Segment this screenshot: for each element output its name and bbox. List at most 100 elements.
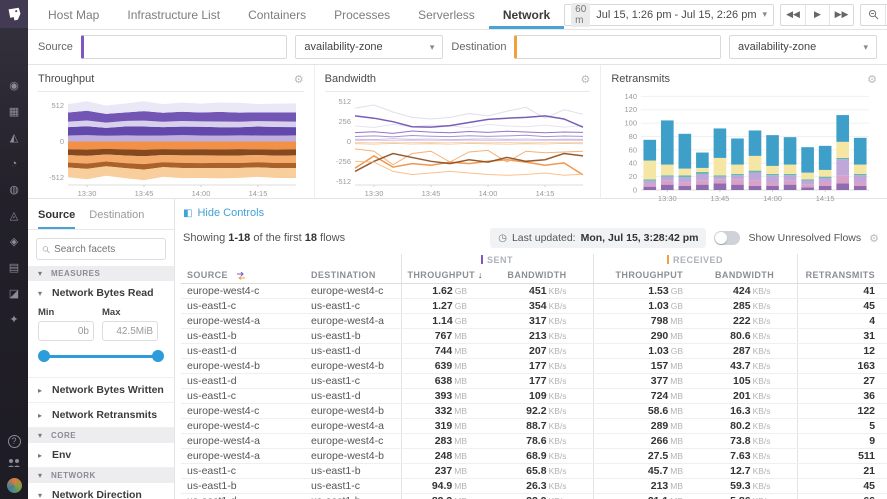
bytes-read-min-input[interactable]	[38, 321, 94, 341]
cell-value: 639MB	[401, 358, 493, 373]
gear-icon[interactable]: ⚙	[294, 73, 304, 86]
table-group-header: SENT RECEIVED	[181, 254, 887, 268]
cell-value: 16.3KB/s	[709, 403, 797, 418]
swap-direction-icon[interactable]	[236, 272, 246, 280]
throughput-chart-card: Throughput ⚙ 5120-51213:3013:4514:0014:1…	[28, 65, 314, 198]
bandwidth-chart-title: Bandwidth	[325, 73, 376, 85]
infrastructure-icon[interactable]: ◭	[10, 132, 18, 145]
retransmits-chart-plot[interactable]: 02040608010012014013:3013:4514:0014:15	[611, 87, 877, 203]
col-received-bandwidth[interactable]: BANDWIDTH	[709, 268, 797, 283]
time-range-badge: 60 m	[571, 3, 590, 27]
source-filter-input[interactable]	[81, 35, 288, 59]
time-back-button[interactable]: ◀◀	[781, 5, 805, 25]
panel-icon: ◧	[183, 208, 192, 219]
col-sent-throughput[interactable]: THROUGHPUT ↓	[401, 268, 493, 283]
col-destination[interactable]: DESTINATION	[305, 268, 401, 283]
user-avatar[interactable]	[7, 478, 22, 493]
bytes-read-range-slider[interactable]	[40, 347, 162, 365]
gear-icon[interactable]: ⚙	[869, 232, 879, 245]
integrations-icon[interactable]: ◍	[9, 184, 19, 197]
col-source[interactable]: SOURCE	[181, 268, 305, 283]
table-row[interactable]: europe-west4-aeurope-west4-b248MB68.9KB/…	[181, 448, 887, 463]
network-icon[interactable]: ◈	[10, 236, 18, 249]
slider-min-handle[interactable]	[38, 350, 50, 362]
network-section-header[interactable]: ▾ NETWORK	[28, 468, 174, 483]
destination-scope-select[interactable]: availability-zone ▾	[729, 35, 877, 59]
core-section-header[interactable]: ▾ CORE	[28, 428, 174, 443]
destination-filter-input[interactable]	[514, 35, 721, 59]
tab-serverless[interactable]: Serverless	[404, 0, 489, 29]
tab-infrastructure-list[interactable]: Infrastructure List	[113, 0, 234, 29]
cell-value: 27	[797, 373, 887, 388]
table-row[interactable]: us-east1-bus-east1-c94.9MB26.3KB/s213MB5…	[181, 478, 887, 493]
svg-text:-512: -512	[336, 177, 351, 186]
table-row[interactable]: europe-west4-beurope-west4-b639MB177KB/s…	[181, 358, 887, 373]
cell-value: 201KB/s	[709, 388, 797, 403]
measures-section-header[interactable]: ▾ MEASURES	[28, 266, 174, 281]
facet-network-bytes-written[interactable]: ▸ Network Bytes Written	[28, 378, 174, 403]
col-received-throughput[interactable]: THROUGHPUT	[593, 268, 709, 283]
show-unresolved-flows-toggle[interactable]	[714, 231, 740, 245]
source-scope-select[interactable]: availability-zone ▾	[295, 35, 443, 59]
table-row[interactable]: us-east1-cus-east1-b237MB65.8KB/s45.7MB1…	[181, 463, 887, 478]
bandwidth-chart-plot[interactable]: 5122560-256-51213:3013:4514:0014:15	[325, 92, 591, 198]
table-row[interactable]: us-east1-cus-east1-d393MB109KB/s724MB201…	[181, 388, 887, 403]
help-icon[interactable]: ?	[8, 435, 21, 448]
gear-icon[interactable]: ⚙	[580, 73, 590, 86]
logs-icon[interactable]: ▤	[9, 262, 19, 275]
facet-network-retransmits[interactable]: ▸ Network Retransmits	[28, 403, 174, 428]
time-play-button[interactable]: ▶	[805, 5, 829, 25]
table-row[interactable]: europe-west4-ceurope-west4-b332MB92.2KB/…	[181, 403, 887, 418]
time-range-text: Jul 15, 1:26 pm - Jul 15, 2:26 pm	[596, 9, 756, 21]
facet-network-direction[interactable]: ▾ Network Direction	[28, 483, 174, 499]
hide-controls-link[interactable]: ◧ Hide Controls	[181, 207, 883, 219]
col-sent-bandwidth[interactable]: BANDWIDTH	[493, 268, 593, 283]
cell-value: 78.6KB/s	[493, 433, 593, 448]
table-row[interactable]: europe-west4-aeurope-west4-a1.14GB317KB/…	[181, 313, 887, 328]
facet-search-box[interactable]	[36, 238, 166, 260]
cell-value: 1.27GB	[401, 298, 493, 313]
time-forward-button[interactable]: ▶▶	[829, 5, 853, 25]
chevron-down-icon: ▾	[38, 471, 46, 480]
facet-network-bytes-read[interactable]: ▾ Network Bytes Read	[28, 281, 174, 305]
monitors-icon[interactable]: ◔	[11, 158, 18, 171]
slider-max-handle[interactable]	[152, 350, 164, 362]
destination-filter-label: Destination	[451, 41, 506, 53]
col-retransmits[interactable]: RETRANSMITS	[797, 268, 887, 283]
team-icon[interactable]	[7, 458, 21, 468]
tab-host-map[interactable]: Host Map	[34, 0, 113, 29]
chevron-down-icon: ▾	[863, 42, 868, 53]
datadog-logo[interactable]	[0, 0, 28, 28]
synthetics-icon[interactable]: ✦	[9, 314, 18, 327]
apm-icon[interactable]: ◬	[10, 210, 18, 223]
table-row[interactable]: europe-west4-ceurope-west4-a319MB88.7KB/…	[181, 418, 887, 433]
table-row[interactable]: europe-west4-ceurope-west4-c1.62GB451KB/…	[181, 283, 887, 298]
security-icon[interactable]: ◪	[9, 288, 19, 301]
zoom-out-icon[interactable]	[861, 5, 885, 25]
facet-env[interactable]: ▸ Env	[28, 443, 174, 468]
tab-processes[interactable]: Processes	[320, 0, 404, 29]
table-row[interactable]: us-east1-bus-east1-b767MB213KB/s290MB80.…	[181, 328, 887, 343]
cell-value: 1.14GB	[401, 313, 493, 328]
cell-value: 82.3MB	[401, 493, 493, 499]
bytes-read-max-input[interactable]	[102, 321, 158, 341]
table-row[interactable]: europe-west4-aeurope-west4-c283MB78.6KB/…	[181, 433, 887, 448]
cell-value: 105KB/s	[709, 373, 797, 388]
facet-search-input[interactable]	[54, 244, 160, 255]
table-row[interactable]: us-east1-dus-east1-b82.3MB22.9KB/s21.1MB…	[181, 493, 887, 499]
cell-source: us-east1-d	[181, 493, 305, 499]
facet-tab-source[interactable]: Source	[38, 205, 75, 229]
tab-containers[interactable]: Containers	[234, 0, 320, 29]
throughput-chart-plot[interactable]: 5120-51213:3013:4514:0014:15	[38, 92, 304, 198]
time-range-picker[interactable]: 60 m Jul 15, 1:26 pm - Jul 15, 2:26 pm ▾	[564, 4, 774, 26]
table-row[interactable]: us-east1-dus-east1-c638MB177KB/s377MB105…	[181, 373, 887, 388]
dashboards-icon[interactable]: ▦	[9, 106, 19, 119]
table-row[interactable]: us-east1-dus-east1-d744MB207KB/s1.03GB28…	[181, 343, 887, 358]
facet-tab-destination[interactable]: Destination	[89, 205, 144, 229]
tab-network[interactable]: Network	[489, 0, 564, 29]
watchdog-icon[interactable]: ◉	[9, 80, 19, 93]
table-row[interactable]: us-east1-cus-east1-c1.27GB354KB/s1.03GB2…	[181, 298, 887, 313]
gear-icon[interactable]: ⚙	[867, 73, 877, 86]
charts-row: Throughput ⚙ 5120-51213:3013:4514:0014:1…	[28, 65, 887, 199]
cell-value: 177KB/s	[493, 358, 593, 373]
